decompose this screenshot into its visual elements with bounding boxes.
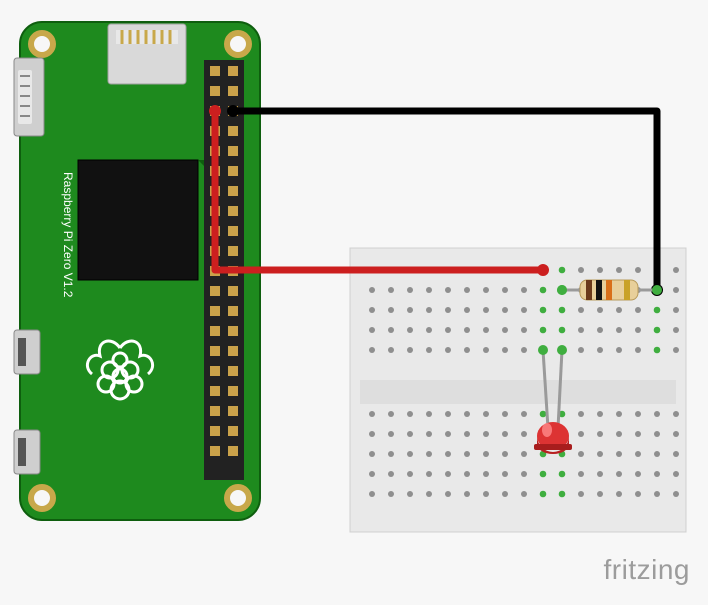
diagram-svg: Raspberry Pi Zero V1.2	[0, 0, 708, 600]
board-label: Raspberry Pi Zero V1.2	[61, 172, 75, 298]
wiring-diagram: Raspberry Pi Zero V1.2	[0, 0, 708, 600]
credit-label: fritzing	[604, 554, 690, 586]
